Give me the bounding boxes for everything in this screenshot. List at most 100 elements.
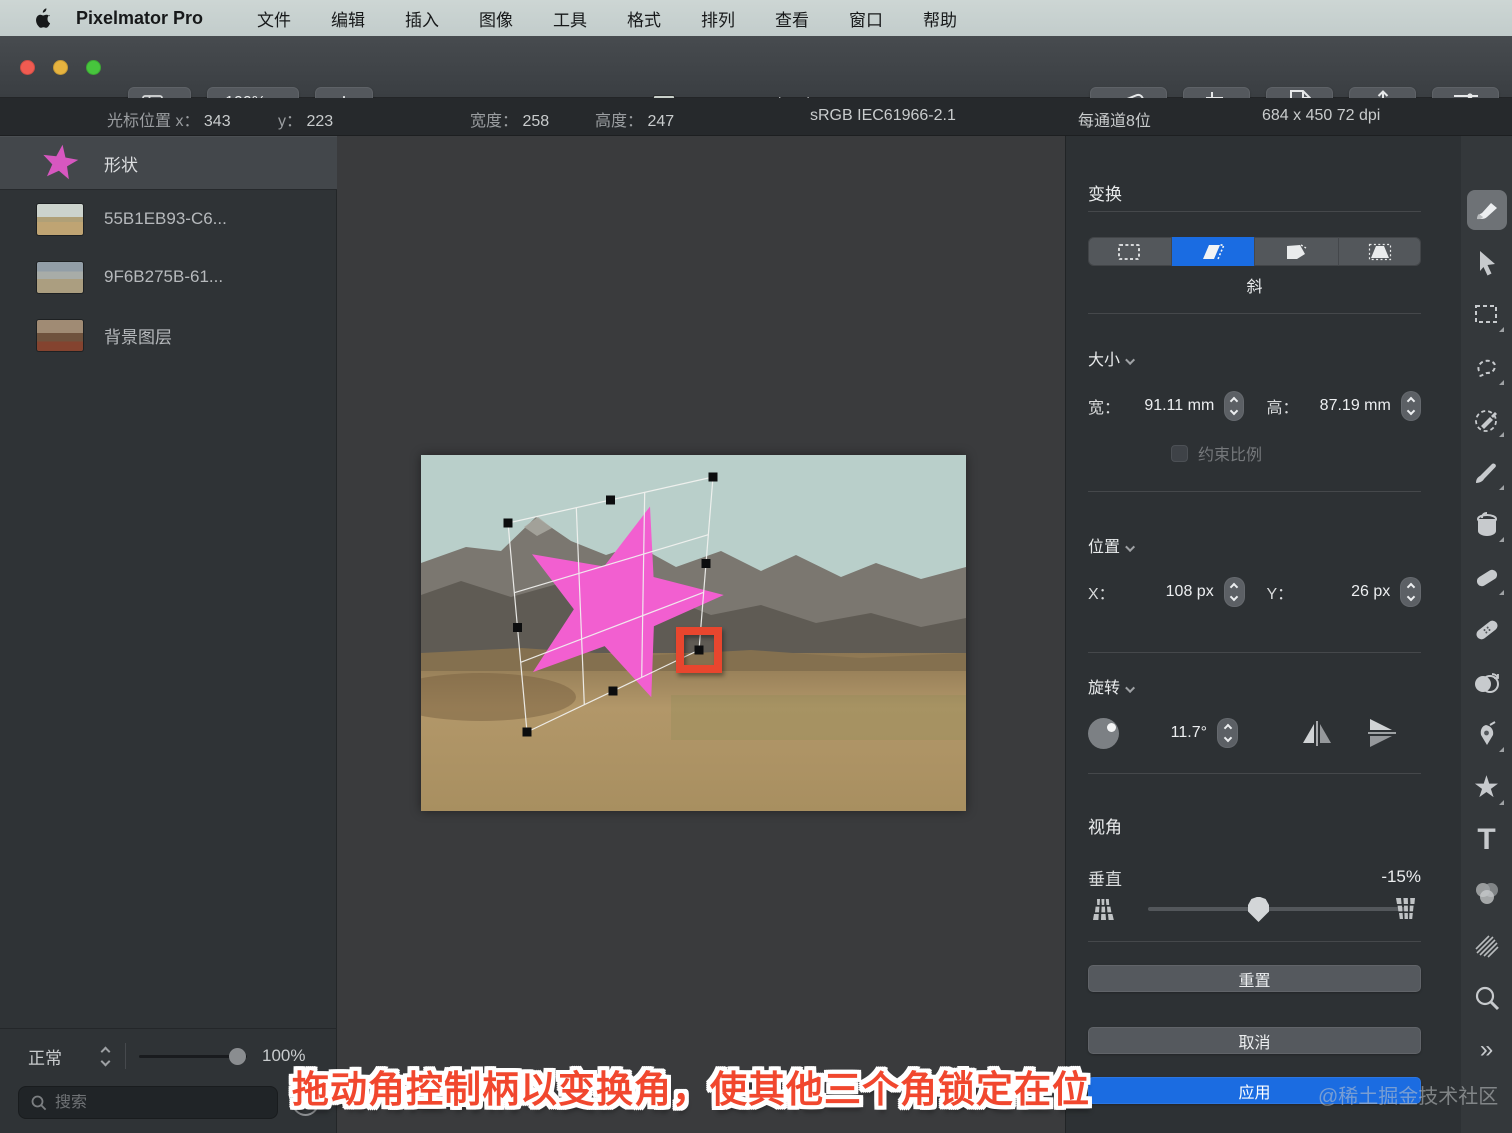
layer-row-shape[interactable]: 形状	[0, 136, 337, 190]
width-field-value[interactable]: 91.11 mm	[1120, 397, 1214, 415]
cancel-button[interactable]: 取消	[1088, 1027, 1421, 1054]
position-section-header[interactable]: 位置	[1088, 533, 1421, 557]
clone-tool[interactable]	[1467, 663, 1507, 703]
layer-row-image-1[interactable]: 55B1EB93-C6...	[0, 190, 337, 248]
width-stepper[interactable]	[1224, 391, 1245, 421]
top-right-handle[interactable]	[708, 472, 718, 482]
chevron-down-icon	[1125, 683, 1136, 694]
menu-file[interactable]: 文件	[257, 6, 291, 31]
y-stepper[interactable]	[1400, 577, 1422, 607]
arrange-tool[interactable]	[1466, 190, 1507, 230]
perspective-slider-thumb[interactable]	[1248, 897, 1269, 922]
more-tools-button[interactable]: »	[1467, 1030, 1507, 1070]
color-adjustments-tool[interactable]	[1467, 873, 1507, 913]
search-input[interactable]	[55, 1093, 255, 1112]
fill-tool[interactable]	[1467, 505, 1507, 545]
title-bar: 100% + en-supercontrast	[0, 36, 1512, 119]
document-canvas[interactable]	[421, 455, 966, 811]
opacity-slider-thumb[interactable]	[229, 1047, 246, 1065]
perspective-grid-up-icon	[1396, 898, 1415, 919]
blend-mode-select[interactable]: 正常	[28, 1044, 90, 1069]
rotation-knob[interactable]	[1088, 717, 1119, 749]
bit-depth: 每通道8位	[1078, 113, 1151, 130]
rotation-stepper[interactable]	[1217, 718, 1238, 748]
apple-menu-icon[interactable]	[28, 8, 58, 28]
height-value: 247	[647, 113, 675, 130]
size-section-header[interactable]: 大小	[1088, 346, 1421, 370]
paintbrush-icon	[1475, 463, 1496, 483]
menu-view[interactable]: 查看	[775, 6, 809, 31]
erase-tool[interactable]	[1467, 558, 1507, 598]
bottom-left-handle[interactable]	[522, 727, 532, 737]
rotation-section-header[interactable]: 旋转	[1088, 674, 1421, 698]
x-field-value[interactable]: 108 px	[1115, 583, 1214, 601]
bottom-right-handle[interactable]	[694, 645, 704, 655]
menu-help[interactable]: 帮助	[923, 6, 957, 31]
zoom-window-button[interactable]	[86, 60, 101, 75]
reset-button[interactable]: 重置	[1088, 965, 1421, 992]
cursor-y: y： 223	[278, 113, 334, 130]
layer-row-background[interactable]: 背景图层	[0, 306, 337, 364]
bottom-middle-handle[interactable]	[608, 686, 618, 696]
free-selection-tool[interactable]	[1467, 348, 1507, 388]
left-middle-handle[interactable]	[513, 623, 522, 632]
move-tool[interactable]	[1467, 243, 1507, 283]
effects-icon	[1474, 935, 1499, 958]
effects-tool[interactable]	[1467, 925, 1507, 965]
mode-skew[interactable]	[1171, 237, 1255, 266]
menu-arrange[interactable]: 排列	[701, 6, 735, 31]
zoom-tool[interactable]	[1467, 978, 1507, 1018]
menu-insert[interactable]: 插入	[405, 6, 439, 31]
distort-icon	[1287, 243, 1307, 259]
blend-mode-stepper[interactable]	[100, 1046, 111, 1066]
menu-edit[interactable]: 编辑	[331, 6, 365, 31]
canvas-area[interactable]	[337, 136, 1065, 1133]
knob-indicator-dot	[1107, 722, 1116, 732]
info-bar: 光标位置 x： 343 y： 223 宽度： 258 高度： 247 sRGB …	[0, 98, 1512, 136]
shapes-tool[interactable]: ★	[1467, 768, 1507, 808]
layer-search-row	[18, 1086, 319, 1119]
retouch-tool[interactable]	[1467, 610, 1507, 650]
minimize-window-button[interactable]	[53, 60, 68, 75]
menu-window[interactable]: 窗口	[849, 6, 883, 31]
top-middle-handle[interactable]	[606, 495, 615, 505]
divider	[125, 1043, 126, 1069]
search-field[interactable]	[18, 1086, 278, 1119]
right-middle-handle[interactable]	[701, 559, 711, 568]
mode-distort[interactable]	[1255, 237, 1339, 266]
x-stepper[interactable]	[1223, 577, 1245, 607]
opacity-slider[interactable]	[139, 1047, 247, 1065]
top-left-handle[interactable]	[503, 518, 513, 528]
perspective-grid-down-icon	[1093, 899, 1114, 920]
perspective-slider-track[interactable]	[1148, 907, 1406, 911]
close-window-button[interactable]	[20, 60, 35, 75]
flip-vertical-icon[interactable]	[1366, 718, 1398, 748]
menu-format[interactable]: 格式	[627, 6, 661, 31]
menu-tools[interactable]: 工具	[553, 6, 587, 31]
mode-perspective[interactable]	[1339, 237, 1422, 266]
search-icon	[31, 1095, 47, 1110]
flip-horizontal-icon[interactable]	[1300, 719, 1334, 747]
shape-layer-thumbnail	[37, 142, 83, 184]
rectangular-selection-tool[interactable]	[1467, 295, 1507, 335]
size-fields-row: 宽： 91.11 mm 高： 87.19 mm	[1088, 391, 1422, 421]
type-tool[interactable]: T	[1467, 820, 1507, 860]
mode-free-transform[interactable]	[1088, 237, 1172, 266]
tools-sidebar: ★ T »	[1461, 136, 1512, 1133]
y-field-value[interactable]: 26 px	[1293, 583, 1390, 601]
layer-row-image-2[interactable]: 9F6B275B-61...	[0, 248, 337, 306]
color-picker-tool[interactable]	[1467, 400, 1507, 440]
cursor-arrow-icon	[1479, 250, 1495, 275]
paint-tool[interactable]	[1467, 453, 1507, 493]
perspective-section-header: 视角	[1088, 818, 1122, 837]
height-field-value[interactable]: 87.19 mm	[1298, 397, 1391, 415]
blend-controls: 正常 100%	[0, 1034, 337, 1078]
menu-image[interactable]: 图像	[479, 6, 513, 31]
height-stepper[interactable]	[1400, 391, 1422, 421]
pen-tool[interactable]	[1467, 715, 1507, 755]
pixelmator-pro-window: Pixelmator Pro 文件 编辑 插入 图像 工具 格式 排列 查看 窗…	[0, 0, 1512, 1133]
eraser-icon	[1476, 569, 1497, 586]
constrain-checkbox[interactable]	[1171, 444, 1188, 462]
constrain-proportions-row[interactable]: 约束比例	[1171, 441, 1262, 465]
rotation-angle-value[interactable]: 11.7°	[1119, 724, 1207, 742]
